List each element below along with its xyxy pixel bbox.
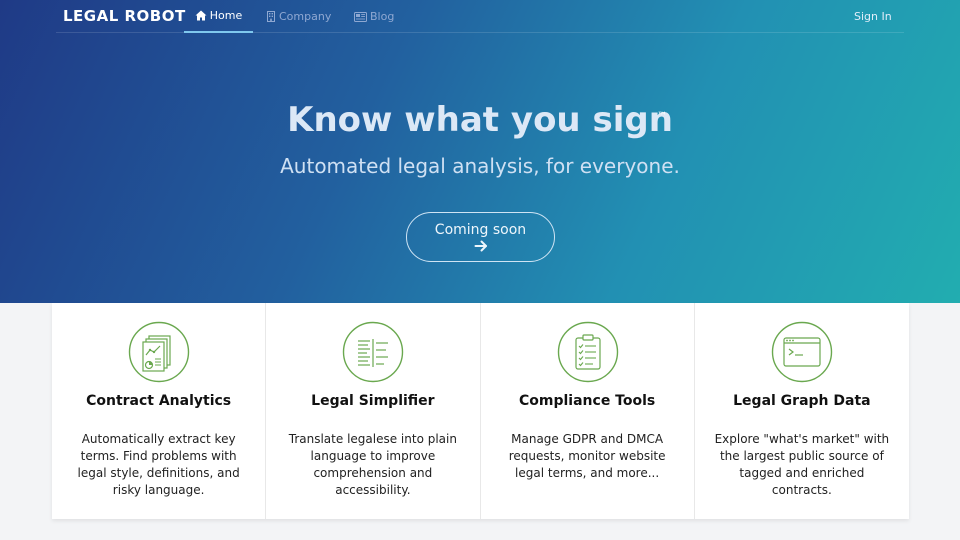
feature-card-legal-graph-data: Legal Graph Data Explore "what's market"… (695, 303, 909, 519)
building-icon (267, 11, 275, 22)
coming-soon-label: Coming soon (434, 222, 527, 238)
nav-item-label: Blog (370, 10, 395, 23)
hero-subtitle: Automated legal analysis, for everyone. (280, 154, 680, 178)
feature-card-legal-simplifier: Legal Simplifier Translate legalese into… (266, 303, 481, 519)
logo[interactable]: LEGAL ROBOT (63, 7, 186, 25)
feature-description: Manage GDPR and DMCA requests, monitor w… (481, 431, 694, 482)
feature-description-line: risky language. (112, 483, 205, 497)
navbar: LEGAL ROBOT Home Company Blog Sign In (56, 0, 904, 33)
feature-description-line: comprehension and (313, 466, 433, 480)
newspaper-icon (354, 11, 367, 22)
feature-description-line: Translate legalese into plain (288, 432, 457, 446)
feature-description: Automatically extract key terms. Find pr… (52, 431, 265, 499)
features-panel: Contract Analytics Automatically extract… (52, 303, 909, 519)
trademark-symbol: ™ (657, 111, 667, 122)
feature-card-compliance-tools: Compliance Tools Manage GDPR and DMCA re… (481, 303, 695, 519)
simplify-text-icon (343, 321, 404, 383)
feature-description-line: the largest public source of (719, 449, 884, 463)
nav-item-company[interactable]: Company (266, 0, 331, 33)
feature-description-line: language to improve (310, 449, 436, 463)
feature-description-line: contracts. (771, 483, 832, 497)
nav-item-label: Company (279, 10, 332, 23)
arrow-right-icon (474, 240, 487, 252)
feature-description-line: Automatically extract key (81, 432, 236, 446)
feature-description: Explore "what's market" with the largest… (695, 431, 909, 499)
home-icon (195, 10, 207, 21)
feature-description-line: Explore "what's market" with (714, 432, 890, 446)
feature-title: Legal Graph Data (733, 393, 871, 409)
nav-item-blog[interactable]: Blog (354, 0, 394, 33)
feature-description-line: requests, monitor website (508, 449, 666, 463)
feature-title: Contract Analytics (86, 393, 232, 409)
feature-description-line: Manage GDPR and DMCA (511, 432, 664, 446)
hero-title: Know what you sign (287, 100, 673, 140)
clipboard-checklist-icon (557, 321, 618, 383)
coming-soon-button[interactable]: Coming soon (406, 212, 555, 262)
feature-description: Translate legalese into plain language t… (266, 431, 479, 499)
feature-title: Compliance Tools (519, 393, 656, 409)
nav-item-home[interactable]: Home (184, 0, 253, 33)
feature-description-line: legal terms, and more... (515, 466, 660, 480)
feature-description-line: legal style, definitions, and (77, 466, 240, 480)
feature-description-line: tagged and enriched (739, 466, 865, 480)
feature-description-line: terms. Find problems with (80, 449, 237, 463)
hero-section: LEGAL ROBOT Home Company Blog Sign In Kn… (0, 0, 960, 303)
feature-card-contract-analytics: Contract Analytics Automatically extract… (52, 303, 267, 519)
feature-title: Legal Simplifier (311, 393, 435, 409)
terminal-window-icon (771, 321, 832, 383)
feature-description-line: accessibility. (335, 483, 411, 497)
sign-in-link[interactable]: Sign In (854, 0, 892, 33)
analytics-document-icon (128, 321, 190, 383)
nav-item-label: Home (209, 9, 243, 22)
